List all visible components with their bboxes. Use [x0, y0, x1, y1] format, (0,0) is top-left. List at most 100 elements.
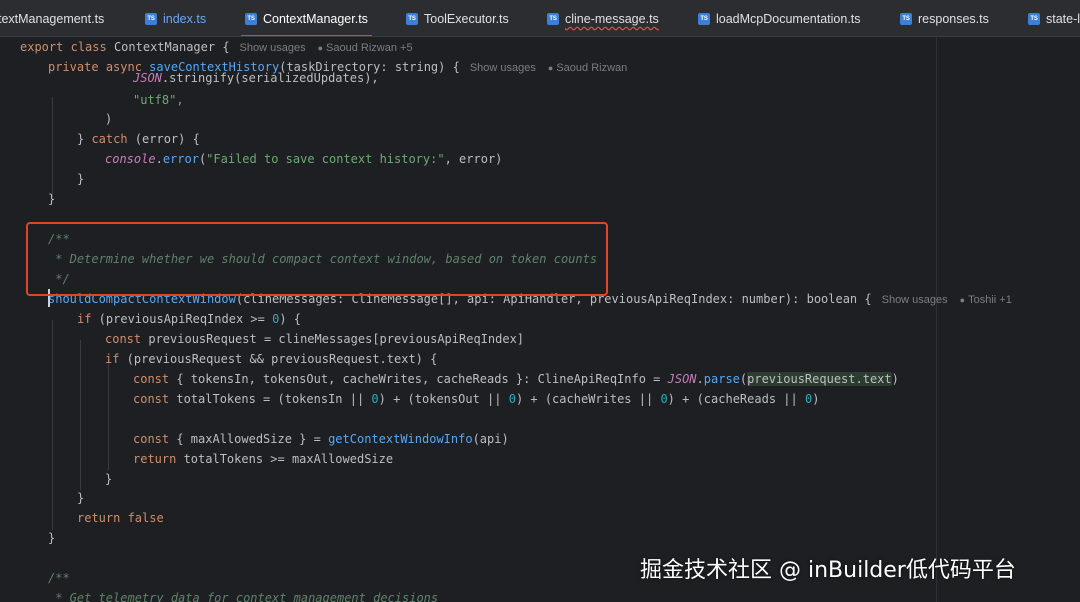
- typescript-file-icon: TS: [406, 12, 418, 25]
- function-name: getContextWindowInfo: [328, 432, 473, 446]
- console-object: console: [105, 152, 156, 166]
- code-text: ) {: [279, 312, 301, 326]
- author-name: Saoud Rizwan: [556, 62, 628, 74]
- right-margin-guide: [936, 37, 937, 602]
- author-name: Toshii +1: [968, 294, 1012, 306]
- tab-label: ContextManager.ts: [263, 11, 368, 26]
- keyword: const: [133, 392, 170, 406]
- typescript-file-icon: TS: [900, 12, 912, 25]
- keyword: false: [120, 511, 164, 525]
- code-line[interactable]: if (previousRequest && previousRequest.t…: [105, 349, 437, 369]
- person-icon: ●: [547, 63, 554, 73]
- code-line[interactable]: if (previousApiReqIndex >= 0) {: [77, 309, 301, 329]
- show-usages-hint[interactable]: Show usages: [240, 42, 306, 54]
- keyword: class: [70, 40, 107, 54]
- code-text: }: [48, 531, 56, 545]
- editor-tab-bar: textManagement.ts TS index.ts TS Context…: [0, 0, 1080, 37]
- code-text: { maxAllowedSize } =: [169, 432, 329, 446]
- tab-context-manager[interactable]: TS ContextManager.ts: [241, 0, 372, 36]
- tab-text-management[interactable]: textManagement.ts: [0, 0, 105, 36]
- keyword: private: [48, 60, 99, 74]
- tab-cline-message[interactable]: TS cline-message.ts: [547, 0, 659, 36]
- keyword: catch: [91, 132, 128, 146]
- json-object: JSON: [667, 372, 697, 386]
- code-line[interactable]: return totalTokens >= maxAllowedSize: [133, 449, 393, 469]
- code-text: totalTokens >= maxAllowedSize: [176, 452, 394, 466]
- typescript-file-icon: TS: [1028, 12, 1040, 25]
- code-text: .: [155, 152, 163, 166]
- person-icon: ●: [959, 295, 966, 305]
- code-line[interactable]: console.error("Failed to save context hi…: [105, 149, 502, 169]
- code-text: (previousApiReqIndex >=: [91, 312, 273, 326]
- code-text: (error) {: [127, 132, 200, 146]
- code-text: .stringify(serializedUpdates),: [161, 71, 379, 85]
- json-object: JSON: [133, 71, 162, 85]
- code-line[interactable]: }: [48, 189, 55, 209]
- tab-state[interactable]: TS state-l: [1028, 0, 1080, 36]
- person-icon: ●: [317, 43, 324, 53]
- code-line[interactable]: "utf8",: [133, 90, 184, 110]
- typescript-file-icon: TS: [698, 12, 710, 25]
- doc-comment-line[interactable]: * Get telemetry data for context managem…: [48, 588, 438, 602]
- show-usages-hint[interactable]: Show usages: [470, 62, 536, 74]
- indent-guide: [108, 360, 109, 470]
- tab-responses[interactable]: TS responses.ts: [900, 0, 989, 36]
- class-name: ContextManager {: [113, 40, 230, 54]
- function-name: error: [162, 152, 199, 166]
- code-line[interactable]: } catch (error) {: [77, 129, 200, 149]
- code-line[interactable]: const previousRequest = clineMessages[pr…: [105, 329, 524, 349]
- number-literal: 0: [660, 392, 668, 406]
- code-line[interactable]: const { maxAllowedSize } = getContextWin…: [133, 429, 509, 449]
- code-line[interactable]: }: [105, 469, 112, 489]
- code-line[interactable]: const { tokensIn, tokensOut, cacheWrites…: [133, 369, 899, 389]
- function-name: parse: [703, 372, 740, 386]
- code-line[interactable]: return false: [77, 508, 164, 528]
- tab-label: cline-message.ts: [565, 11, 659, 26]
- tab-label: state-l: [1046, 11, 1080, 26]
- code-text: }: [77, 132, 92, 146]
- author-hint[interactable]: ● Toshii +1: [960, 294, 1012, 306]
- tab-label: responses.ts: [918, 11, 989, 26]
- string-literal: "Failed to save context history:": [206, 152, 445, 166]
- tab-tool-executor[interactable]: TS ToolExecutor.ts: [406, 0, 509, 36]
- code-text: ): [105, 112, 113, 126]
- doc-comment: * Get telemetry data for context managem…: [48, 591, 439, 602]
- keyword: export: [20, 40, 64, 54]
- highlighted-argument: previousRequest.text: [747, 372, 892, 386]
- indent-guide: [80, 340, 81, 490]
- code-text: ) + (cacheReads ||: [667, 392, 805, 406]
- keyword: const: [133, 432, 170, 446]
- author-hint[interactable]: ● Saoud Rizwan +5: [318, 42, 413, 54]
- tab-load-mcp-documentation[interactable]: TS loadMcpDocumentation.ts: [698, 0, 861, 36]
- keyword: if: [105, 352, 120, 366]
- author-hint[interactable]: ● Saoud Rizwan: [548, 62, 627, 74]
- code-line[interactable]: }: [77, 488, 84, 508]
- code-line[interactable]: }: [48, 528, 55, 548]
- keyword: const: [133, 372, 170, 386]
- tab-label: loadMcpDocumentation.ts: [716, 11, 861, 26]
- number-literal: 0: [371, 392, 379, 406]
- code-editor[interactable]: export class ContextManager { Show usages…: [0, 37, 1080, 602]
- code-line[interactable]: export class ContextManager { Show usages…: [20, 37, 413, 57]
- tab-label: index.ts: [163, 11, 207, 26]
- code-text: ) + (cacheWrites ||: [515, 392, 661, 406]
- code-text: }: [77, 491, 85, 505]
- code-text: }: [105, 472, 113, 486]
- keyword: if: [77, 312, 92, 326]
- tab-index[interactable]: TS index.ts: [145, 0, 207, 36]
- doc-comment: /**: [48, 571, 70, 585]
- code-line[interactable]: }: [77, 169, 84, 189]
- tab-label: ToolExecutor.ts: [424, 11, 509, 26]
- tab-label: textManagement.ts: [0, 11, 105, 26]
- doc-comment-line[interactable]: /**: [48, 568, 70, 588]
- code-line[interactable]: ): [105, 109, 112, 129]
- code-text: ) + (tokensOut ||: [378, 392, 509, 406]
- code-line[interactable]: const totalTokens = (tokensIn || 0) + (t…: [133, 389, 819, 409]
- code-text: }: [48, 192, 56, 206]
- show-usages-hint[interactable]: Show usages: [882, 294, 948, 306]
- keyword: return: [77, 511, 121, 525]
- code-text: (previousRequest && previousRequest.text…: [119, 352, 438, 366]
- code-text: }: [77, 172, 85, 186]
- typescript-file-icon: TS: [145, 12, 157, 25]
- code-line[interactable]: JSON.stringify(serializedUpdates),: [133, 71, 379, 85]
